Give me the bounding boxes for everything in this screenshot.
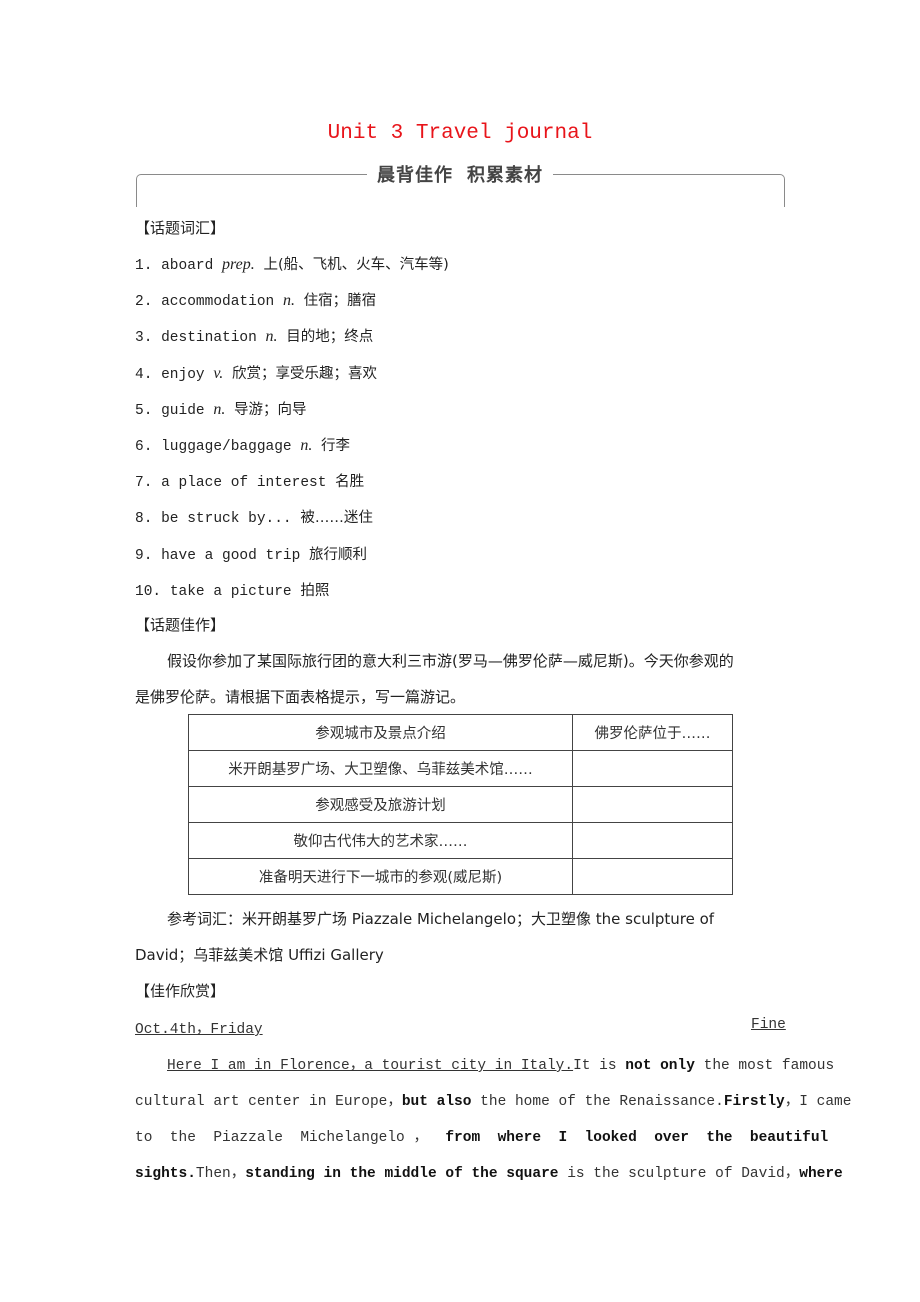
essay-text: is the sculpture of David， [558,1166,800,1182]
vocab-number: 4. [135,366,153,383]
vocab-term: take a picture [169,583,292,600]
hint-table-row: 敬仰古代伟大的艺术家…… [188,822,733,859]
hint-table-cell [572,786,733,823]
page-title: Unit 3 Travel journal [327,122,593,145]
vocab-term: have a good trip [161,547,301,564]
essay-key-phrase: from where I looked over the beautiful [427,1130,829,1146]
vocab-number: 9. [135,547,153,564]
vocab-meaning: 上(船、飞机、火车、汽车等) [263,257,449,273]
essay-key-phrase: sights. [135,1166,196,1182]
vocab-item: 3. destination n. 目的地；终点 [135,325,373,346]
hint-table-cell: 米开朗基罗广场、大卫塑像、乌菲兹美术馆…… [188,750,573,787]
essay-line-4: sights.Then，standing in the middle of th… [135,1161,843,1182]
vocab-meaning: 目的地；终点 [286,329,374,346]
vocab-item: 2. accommodation n. 住宿；膳宿 [135,289,376,310]
vocab-item: 4. enjoy v. 欣赏；享受乐趣；喜欢 [135,362,377,383]
essay-line-2: cultural art center in Europe，but also t… [135,1089,851,1110]
essay-key-phrase: where [799,1166,843,1182]
vocab-part-of-speech: prep. [222,256,255,273]
vocab-term: guide [161,402,205,419]
hint-table-row: 参观城市及景点介绍 佛罗伦萨位于…… [188,714,733,751]
essay-key-phrase: standing in the middle of the square [245,1166,559,1182]
vocab-term: a place of interest [161,475,327,492]
hint-table-cell [572,750,733,787]
vocab-meaning: 名胜 [335,474,365,491]
essay-key-phrase: Firstly [723,1094,785,1110]
sample-heading: 【佳作欣赏】 [135,982,226,1000]
vocab-meaning: 被……迷住 [300,510,373,527]
banner-right-text: 积累素材 [467,165,543,186]
vocab-part-of-speech: n. [213,400,226,418]
hint-table-cell: 参观感受及旅游计划 [188,786,573,823]
vocab-part-of-speech: n. [300,437,313,454]
vocab-number: 2. [135,294,153,311]
vocab-term: luggage/baggage [161,439,292,455]
hint-table-cell: 准备明天进行下一城市的参观(威尼斯) [188,858,573,895]
essay-text: the home of the Renaissance. [471,1094,724,1110]
vocab-meaning: 导游；向导 [234,401,307,418]
essay-line-1: Here I am in Florence，a tourist city in … [167,1053,834,1074]
vocab-meaning: 旅行顺利 [309,546,368,563]
hint-table-cell [572,858,733,895]
vocab-item: 7. a place of interest 名胜 [135,470,364,491]
vocab-number: 3. [135,330,153,347]
hint-table-cell: 佛罗伦萨位于…… [572,714,733,751]
writing-prompt-line-2: 是佛罗伦萨。请根据下面表格提示，写一篇游记。 [135,688,466,706]
vocab-number: 1. [135,258,153,274]
vocab-term: be struck by... [161,511,292,528]
vocab-part-of-speech: n. [282,292,295,310]
journal-weather: Fine [751,1017,786,1033]
reference-vocab-line-1: 参考词汇：米开朗基罗广场 Piazzale Michelangelo；大卫塑像 … [167,910,715,928]
vocab-term: aboard [161,258,214,274]
vocab-item: 9. have a good trip 旅行顺利 [135,543,367,564]
vocab-item: 5. guide n. 导游；向导 [135,398,307,419]
hint-table: 参观城市及景点介绍 佛罗伦萨位于…… 米开朗基罗广场、大卫塑像、乌菲兹美术馆…… 参观… [188,714,733,895]
vocab-number: 5. [135,402,153,419]
hint-table-cell: 参观城市及景点介绍 [188,714,573,751]
vocab-part-of-speech: n. [265,328,278,346]
vocab-term: destination [161,330,257,347]
writing-heading: 【话题佳作】 [135,616,226,634]
hint-table-cell [572,822,733,859]
vocab-meaning: 拍照 [300,582,330,599]
vocab-heading: 【话题词汇】 [135,219,226,237]
vocab-number: 7. [135,475,153,492]
essay-text: cultural art center in Europe， [135,1094,402,1110]
hint-table-row: 准备明天进行下一城市的参观(威尼斯) [188,858,733,895]
essay-underlined-sentence: Here I am in Florence，a tourist city in … [167,1058,574,1074]
vocab-term: accommodation [161,294,275,311]
vocab-item: 1. aboard prep. 上(船、飞机、火车、汽车等) [135,253,449,274]
hint-table-row: 米开朗基罗广场、大卫塑像、乌菲兹美术馆…… [188,750,733,787]
banner-left-text: 晨背佳作 [377,165,453,186]
vocab-term: enjoy [161,366,205,383]
vocab-item: 8. be struck by... 被……迷住 [135,506,373,527]
section-banner: 晨背佳作 积累素材 [0,161,920,187]
essay-key-phrase: but also [401,1094,472,1110]
vocab-item: 10. take a picture 拍照 [135,579,329,600]
hint-table-row: 参观感受及旅游计划 [188,786,733,823]
vocab-meaning: 欣赏；享受乐趣；喜欢 [231,365,377,382]
vocab-part-of-speech: v. [213,364,224,382]
vocab-meaning: 行李 [321,438,351,454]
vocab-meaning: 住宿；膳宿 [303,293,377,310]
essay-text: Then， [195,1166,246,1182]
section-banner-text: 晨背佳作 积累素材 [367,165,553,186]
vocab-item: 6. luggage/baggage n. 行李 [135,434,350,455]
essay-line-3: to the Piazzale Michelangelo ， from wher… [135,1125,828,1146]
essay-text: ，I came [784,1094,852,1110]
reference-vocab-line-2: David；乌菲兹美术馆 Uffizi Gallery [135,946,384,964]
hint-table-cell: 敬仰古代伟大的艺术家…… [188,822,573,859]
essay-text: to the Piazzale Michelangelo ， [135,1130,428,1146]
essay-text: It is [573,1058,626,1074]
essay-key-phrase: not only [625,1058,695,1074]
vocab-number: 8. [135,511,153,528]
journal-date: Oct.4th，Friday [135,1022,263,1038]
vocab-number: 10. [135,583,162,600]
writing-prompt-line-1: 假设你参加了某国际旅行团的意大利三市游(罗马—佛罗伦萨—威尼斯)。今天你参观的 [167,652,734,670]
vocab-number: 6. [135,439,153,455]
essay-text: the most famous [694,1058,835,1074]
